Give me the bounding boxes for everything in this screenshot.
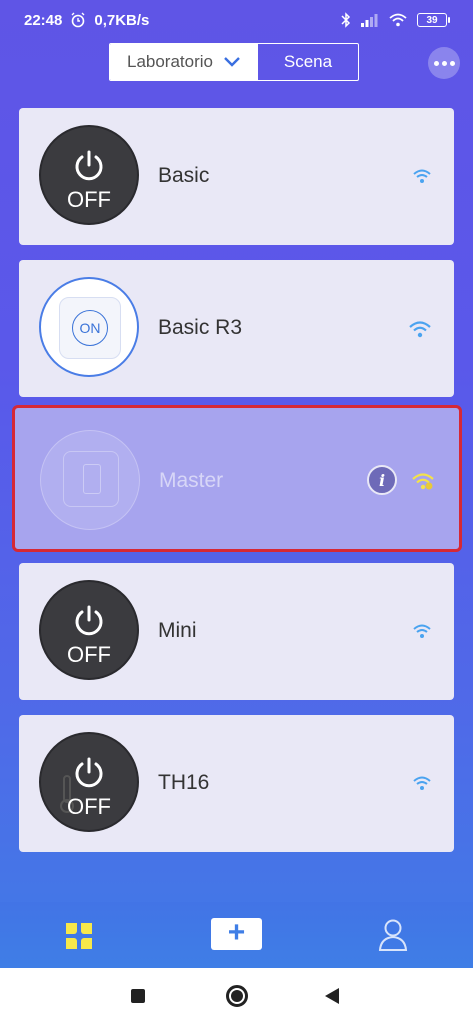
- power-toggle-button[interactable]: OFF: [39, 732, 139, 832]
- wifi-icon: [413, 624, 431, 638]
- power-state-label: OFF: [67, 794, 111, 819]
- system-nav-bar: [0, 968, 473, 1024]
- status-bar: 22:48 0,7KB/s 39: [0, 0, 473, 40]
- info-icon[interactable]: i: [367, 465, 397, 495]
- more-dot-icon: [433, 60, 439, 66]
- add-device-button[interactable]: +: [211, 918, 262, 950]
- wifi-icon: [409, 321, 431, 338]
- signal-icon: [361, 14, 378, 27]
- device-name: Basic: [158, 164, 210, 187]
- device-card-th16[interactable]: OFF TH16: [19, 715, 454, 852]
- more-dot-icon: [441, 60, 447, 66]
- back-icon[interactable]: [325, 988, 339, 1004]
- wifi-status-icon: [389, 13, 407, 27]
- wifi-icon: [413, 169, 431, 183]
- header-segmented-control: Laboratorio Scena: [109, 43, 359, 81]
- device-name: Master: [159, 469, 224, 492]
- bluetooth-icon: [341, 12, 351, 28]
- device-card-master[interactable]: Master i: [12, 405, 462, 552]
- device-card-basic[interactable]: OFF Basic: [19, 108, 454, 245]
- switch-device-icon: [63, 451, 119, 507]
- battery-icon: 39: [417, 13, 450, 27]
- power-icon: [75, 605, 103, 636]
- more-options-button[interactable]: [428, 47, 460, 79]
- scene-tab-label: Scena: [283, 52, 333, 71]
- chevron-down-icon: [224, 57, 240, 67]
- power-toggle-button[interactable]: OFF: [39, 580, 139, 680]
- home-icon[interactable]: [226, 985, 248, 1007]
- status-speed: 0,7KB/s: [94, 11, 150, 29]
- location-selector[interactable]: Laboratorio: [110, 44, 258, 80]
- wifi-offline-icon: [412, 473, 434, 490]
- power-icon: [75, 757, 103, 788]
- battery-level: 39: [426, 14, 438, 26]
- device-card-mini[interactable]: OFF Mini: [19, 563, 454, 700]
- device-card-basic-r3[interactable]: ON Basic R3: [19, 260, 454, 397]
- tab-scene[interactable]: Scena: [258, 44, 358, 80]
- alarm-icon: [71, 12, 85, 28]
- power-state-label: OFF: [67, 642, 111, 667]
- device-name: TH16: [158, 771, 210, 794]
- plus-icon: +: [227, 916, 246, 949]
- power-toggle-button[interactable]: ON: [39, 277, 139, 377]
- power-toggle-button[interactable]: OFF: [39, 125, 139, 225]
- wifi-icon: [413, 776, 431, 790]
- more-dot-icon: [449, 60, 455, 66]
- power-state-label: OFF: [67, 187, 111, 212]
- status-time: 22:48: [24, 11, 63, 29]
- device-name: Mini: [158, 619, 197, 642]
- device-name: Basic R3: [158, 316, 243, 339]
- user-icon[interactable]: [378, 918, 410, 952]
- power-state-label: ON: [72, 310, 108, 346]
- location-label: Laboratorio: [126, 52, 213, 71]
- recents-icon[interactable]: [131, 989, 145, 1003]
- bottom-tab-bar: +: [0, 902, 473, 968]
- power-icon: [75, 150, 103, 181]
- device-icon-button[interactable]: [40, 430, 140, 530]
- four-petal-icon[interactable]: [63, 920, 95, 952]
